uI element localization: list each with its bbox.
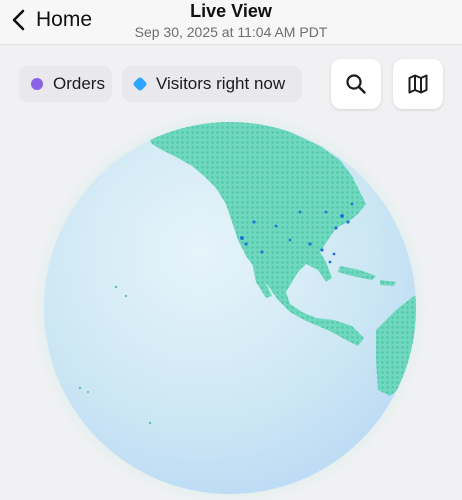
globe-view[interactable]: [0, 100, 462, 500]
map-icon: [408, 74, 428, 94]
visitor-dot: [252, 220, 256, 224]
visitors-label: Visitors right now: [156, 74, 286, 93]
visitor-dot: [320, 248, 324, 252]
island-speck: [114, 285, 118, 289]
visitors-chip[interactable]: Visitors right now: [122, 66, 302, 102]
visitor-dot: [308, 242, 312, 246]
visitor-dot: [260, 250, 264, 254]
visitor-dot: [328, 260, 332, 264]
island-speck: [124, 294, 128, 298]
orders-dot-icon: [31, 78, 43, 90]
visitor-dot: [274, 224, 278, 228]
island-speck: [148, 421, 152, 425]
island-speck: [87, 391, 89, 393]
page-title: Live View: [190, 1, 272, 21]
orders-label: Orders: [53, 74, 105, 93]
page-subtitle: Sep 30, 2025 at 11:04 AM PDT: [134, 24, 328, 40]
visitor-dot: [332, 252, 336, 256]
visitor-dot: [324, 210, 328, 214]
search-icon: [346, 74, 366, 94]
visitor-dot: [244, 242, 248, 246]
globe-svg[interactable]: [0, 100, 462, 500]
visitor-dot: [340, 214, 344, 218]
navigation-bar: Home Live View Sep 30, 2025 at 11:04 AM …: [0, 0, 462, 45]
visitor-dot: [346, 220, 350, 224]
title-block: Live View Sep 30, 2025 at 11:04 AM PDT: [0, 0, 462, 41]
visitors-dot-icon: [132, 76, 148, 92]
orders-chip[interactable]: Orders: [19, 66, 112, 102]
visitor-dot: [298, 210, 302, 214]
island-speck: [78, 386, 82, 390]
visitor-dot: [334, 226, 338, 230]
visitor-dot: [350, 202, 354, 206]
visitor-dot: [288, 238, 292, 242]
visitor-dot: [240, 236, 244, 240]
